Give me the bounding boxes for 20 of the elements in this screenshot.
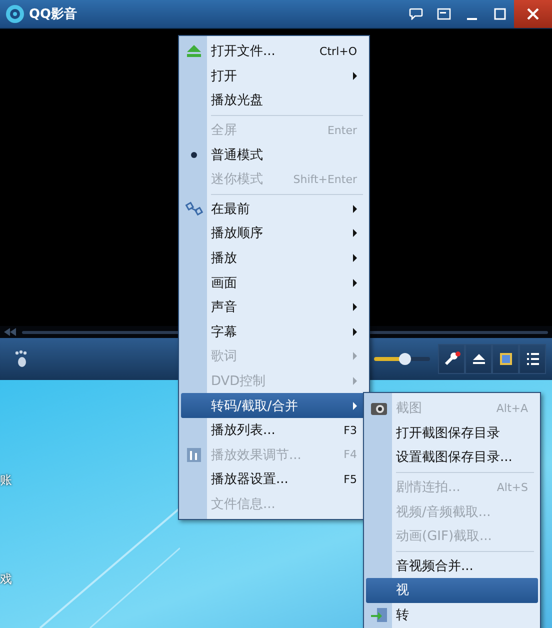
menu-item[interactable]: 画面 [181, 270, 367, 295]
menu-item[interactable]: 设置截图保存目录... [366, 445, 538, 470]
menu-item[interactable]: 音视频合并... [366, 554, 538, 578]
menu-item[interactable]: 字幕 [181, 320, 367, 344]
desktop-icon-label: 账 [0, 472, 12, 489]
menu-item[interactable]: 播放顺序 [181, 221, 367, 246]
menu-item[interactable]: 视 [366, 578, 538, 603]
window-title: QQ影音 [29, 6, 78, 23]
menu-item[interactable]: 打开截图保存目录 [366, 420, 538, 446]
desktop-icon-label: 戏 [0, 571, 12, 588]
menu-item[interactable]: 转 [366, 602, 538, 628]
menu-item[interactable]: 打开 [181, 64, 367, 88]
menu-item[interactable]: 播放 [181, 246, 367, 270]
menu-item[interactable]: 在最前 [181, 196, 367, 222]
menu-item[interactable]: 打开文件... Ctrl+O [181, 39, 367, 64]
menu-item[interactable]: 播放列表... F3 [181, 418, 367, 442]
menu-item[interactable]: 播放光盘 [181, 88, 367, 113]
menu-item[interactable]: 播放器设置... F5 [181, 467, 367, 492]
menu-item[interactable]: 声音 [181, 294, 367, 320]
menu-item[interactable]: 普通模式 [181, 142, 367, 167]
